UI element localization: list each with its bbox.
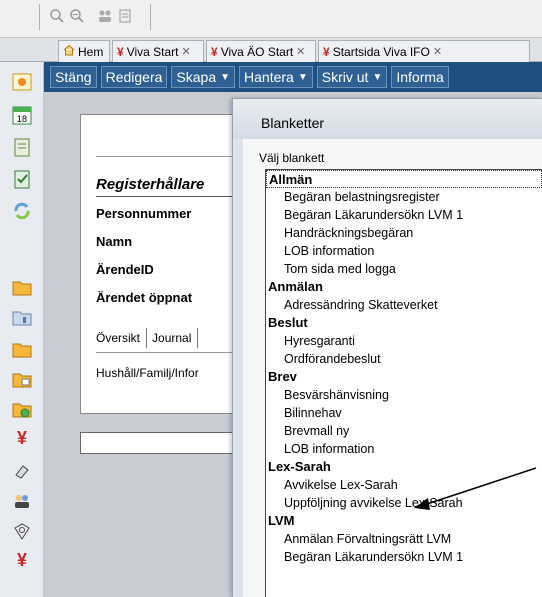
divider — [96, 156, 236, 157]
search-icon[interactable] — [48, 5, 66, 27]
field-label-namn: Namn — [96, 234, 133, 249]
document-icon[interactable] — [116, 5, 134, 27]
divider — [96, 196, 236, 197]
svg-text:18: 18 — [17, 114, 27, 124]
information-button[interactable]: Informa — [391, 66, 449, 88]
record-title: Registerhållare — [96, 176, 205, 193]
calendar-icon[interactable] — [11, 70, 33, 92]
action-label: Hantera — [244, 69, 294, 85]
eraser-icon[interactable] — [11, 460, 33, 482]
household-label: Hushåll/Familj/Infor — [96, 366, 199, 380]
checklist-icon[interactable] — [11, 168, 33, 190]
list-item[interactable]: Avvikelse Lex-Sarah — [266, 476, 542, 494]
list-item[interactable]: Begäran belastningsregister — [266, 188, 542, 206]
list-item[interactable]: Ordförandebeslut — [266, 350, 542, 368]
list-item[interactable]: Besvärshänvisning — [266, 386, 542, 404]
tab-viva-start[interactable]: ¥ Viva Start ✕ — [112, 40, 204, 62]
list-group-header: Beslut — [268, 315, 308, 330]
users-icon[interactable] — [11, 490, 33, 512]
refresh-icon[interactable] — [11, 200, 33, 222]
left-sidebar: 18 ¥ ¥ — [0, 62, 44, 597]
dialog-body: Välj blankett Allmän Begäran belastningsr… — [243, 139, 542, 597]
list-item[interactable]: Handräckningsbegäran — [266, 224, 542, 242]
viva-icon: ¥ — [117, 44, 124, 59]
folder-table-icon[interactable] — [11, 368, 33, 390]
record-subtabs: Översikt Journal — [96, 328, 203, 348]
folder-chart-icon[interactable] — [11, 306, 33, 328]
forms-listbox[interactable]: Allmän Begäran belastningsregister Begäran… — [265, 169, 542, 597]
list-item[interactable]: Begäran Läkarundersökn LVM 1 — [266, 548, 542, 566]
edit-button[interactable]: Redigera — [100, 66, 168, 88]
users-icon[interactable] — [96, 5, 114, 27]
action-label: Redigera — [105, 69, 163, 85]
close-button[interactable]: Stäng — [50, 66, 97, 88]
action-label: Skriv ut — [321, 69, 369, 85]
list-item[interactable]: Adressändring Skatteverket — [266, 296, 542, 314]
divider — [96, 352, 236, 353]
list-group-header: Lex-Sarah — [268, 459, 331, 474]
field-label-arendeid: ÄrendeID — [96, 262, 154, 277]
action-label: Skapa — [176, 69, 217, 85]
calendar-18-icon[interactable]: 18 — [11, 104, 33, 126]
list-item[interactable]: Bilinnehav — [266, 404, 542, 422]
caret-down-icon: ▼ — [220, 71, 231, 83]
top-toolbar — [0, 0, 542, 38]
choose-form-label: Välj blankett — [259, 151, 325, 165]
viva-icon: ¥ — [323, 44, 330, 59]
magnifier-icon[interactable] — [11, 520, 33, 542]
list-item[interactable]: Anmälan Förvaltningsrätt LVM — [266, 530, 542, 548]
list-item[interactable]: Brevmall ny — [266, 422, 542, 440]
tab-label: Viva ÄO Start — [220, 44, 294, 59]
list-item[interactable]: Uppföljning avvikelse Lex-Sarah — [266, 494, 542, 512]
manage-menu-button[interactable]: Hantera ▼ — [239, 66, 313, 88]
field-label-personnummer: Personnummer — [96, 206, 192, 221]
forms-dialog: Blanketter Välj blankett Allmän Begäran b… — [232, 98, 542, 597]
create-menu-button[interactable]: Skapa ▼ — [171, 66, 236, 88]
viva-icon[interactable]: ¥ — [11, 550, 33, 572]
close-icon[interactable]: ✕ — [182, 45, 191, 58]
list-group-header: LVM — [268, 513, 295, 528]
home-icon — [63, 44, 75, 59]
tab-startsida-viva-ifo[interactable]: ¥ Startsida Viva IFO ✕ — [318, 40, 530, 62]
folder-globe-icon[interactable] — [11, 398, 33, 420]
list-item[interactable]: LOB information — [266, 440, 542, 458]
tab-label: Startsida Viva IFO — [332, 44, 430, 59]
viva-icon: ¥ — [211, 44, 218, 59]
list-group-header: Allmän — [266, 170, 542, 188]
list-group-header: Brev — [268, 369, 297, 384]
action-label: Stäng — [55, 69, 92, 85]
list-group-header: Anmälan — [268, 279, 323, 294]
caret-down-icon: ▼ — [372, 71, 383, 83]
tab-label: Hem — [78, 44, 104, 59]
dialog-title: Blanketter — [233, 99, 542, 139]
toolbar-separator — [150, 4, 151, 30]
list-item[interactable]: Hyresgaranti — [266, 332, 542, 350]
search-advanced-icon[interactable] — [68, 5, 86, 27]
list-item[interactable]: LOB information — [266, 242, 542, 260]
close-icon[interactable]: ✕ — [433, 45, 442, 58]
subtab-oversikt[interactable]: Översikt — [96, 328, 148, 348]
toolbar-grip — [6, 4, 40, 30]
tab-viva-ao-start[interactable]: ¥ Viva ÄO Start ✕ — [206, 40, 316, 62]
close-icon[interactable]: ✕ — [296, 45, 305, 58]
action-bar: Stäng Redigera Skapa ▼ Hantera ▼ Skriv ut ▼… — [44, 62, 542, 92]
document-icon[interactable] — [11, 136, 33, 158]
print-menu-button[interactable]: Skriv ut ▼ — [316, 66, 388, 88]
tab-hem[interactable]: Hem — [58, 40, 110, 62]
viva-icon[interactable]: ¥ — [11, 428, 33, 450]
tab-strip: Hem ¥ Viva Start ✕ ¥ Viva ÄO Start ✕ ¥ S… — [0, 38, 542, 62]
folder-icon[interactable] — [11, 276, 33, 298]
action-label: Informa — [396, 69, 444, 85]
caret-down-icon: ▼ — [297, 71, 308, 83]
tab-label: Viva Start — [126, 44, 179, 59]
record-input[interactable] — [80, 432, 240, 454]
field-label-arendet-oppnat: Ärendet öppnat — [96, 290, 193, 305]
list-item[interactable]: Tom sida med logga — [266, 260, 542, 278]
subtab-journal[interactable]: Journal — [152, 328, 199, 348]
list-item[interactable]: Begäran Läkarundersökn LVM 1 — [266, 206, 542, 224]
folder-icon[interactable] — [11, 338, 33, 360]
